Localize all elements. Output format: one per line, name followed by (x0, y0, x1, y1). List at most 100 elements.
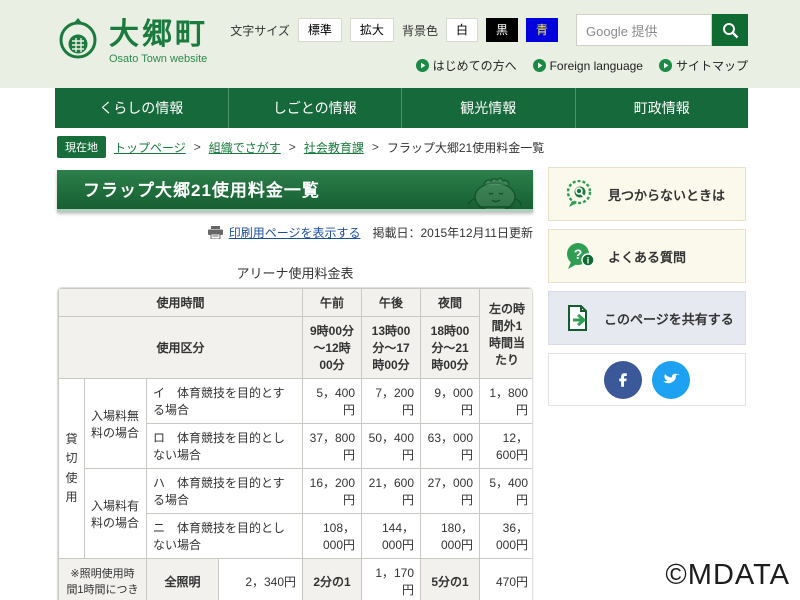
col-extra: 左の時間外1時間当たり (480, 289, 533, 379)
fee-extra: 36，000円 (480, 514, 533, 559)
fee-am: 5，400円 (303, 379, 362, 424)
page: 大郷町 Osato Town website 文字サイズ 標準 拡大 背景色 白… (0, 0, 800, 600)
lighting-fifth: 5分の1 (421, 559, 480, 600)
fee-pm: 144，000円 (362, 514, 421, 559)
group-paid-admission: 入場料有料の場合 (85, 469, 147, 559)
site-name: 大郷町 (109, 18, 208, 51)
sidebar-share-button[interactable]: このページを共有する (548, 291, 746, 345)
svg-text:i: i (587, 256, 590, 266)
table-row: 入場料有料の場合 ハ 体育競技を目的とする場合 16，200円 21，600円 … (59, 469, 534, 514)
sidebar-faq-label: よくある質問 (608, 247, 686, 266)
fee-pm: 21，600円 (362, 469, 421, 514)
sidebar: 見つからないときは ? i よくある質問 このページを共有する (548, 167, 746, 406)
sidebar-not-found-button[interactable]: 見つからないときは (548, 167, 746, 221)
bg-black-button[interactable]: 黒 (486, 18, 518, 42)
fee-pm: 7，200円 (362, 379, 421, 424)
fee-extra: 5，400円 (480, 469, 533, 514)
main-column: フラップ大郷21使用料金一覧 (57, 170, 533, 600)
breadcrumb-division[interactable]: 社会教育課 (304, 139, 364, 156)
link-foreign-language[interactable]: Foreign language (533, 59, 643, 73)
lighting-full-price: 2，340円 (219, 559, 303, 600)
main-nav: くらしの情報 しごとの情報 観光情報 町政情報 (55, 88, 748, 128)
printer-icon (208, 226, 223, 239)
fee-extra: 12，600円 (480, 424, 533, 469)
breadcrumb-current-page: フラップ大郷21使用料金一覧 (387, 139, 544, 156)
table-header-row: 使用区分 9時00分～12時00分 13時00分～17時00分 18時00分～2… (59, 317, 534, 379)
fee-pm: 50，400円 (362, 424, 421, 469)
breadcrumb-home[interactable]: トップページ (114, 139, 186, 156)
link-foreign-label: Foreign language (550, 59, 643, 73)
faq-bubble-icon: ? i (565, 242, 595, 270)
print-row: 印刷用ページを表示する 掲載日：2015年12月11日更新 (57, 224, 533, 241)
breadcrumb-org[interactable]: 組織でさがす (209, 139, 281, 156)
bg-color-label: 背景色 (402, 22, 438, 39)
fee-night: 27，000円 (421, 469, 480, 514)
print-page-link[interactable]: 印刷用ページを表示する (229, 224, 361, 241)
facebook-icon (614, 371, 632, 389)
header-tools: 文字サイズ 標準 拡大 背景色 白 黒 青 Google 提供 (230, 14, 748, 46)
lighting-row: ※照明使用時間1時間につき 全照明 2，340円 2分の1 1，170円 5分の… (59, 559, 534, 600)
search-button[interactable] (712, 14, 748, 46)
row-label: ロ 体育競技を目的としない場合 (147, 424, 303, 469)
breadcrumb-separator: > (289, 140, 296, 154)
group-rental-use: 貸切使用 (59, 379, 85, 559)
arena-table: 使用時間 午前 午後 夜間 左の時間外1時間当たり 使用区分 9時00分～12時… (57, 287, 533, 600)
font-size-standard-button[interactable]: 標準 (298, 18, 342, 42)
sidebar-faq-button[interactable]: ? i よくある質問 (548, 229, 746, 283)
col-night: 夜間 (421, 289, 480, 317)
nav-item-life[interactable]: くらしの情報 (55, 88, 228, 128)
lighting-fifth-price: 470円 (480, 559, 533, 600)
site-subtitle: Osato Town website (109, 53, 208, 65)
row-label: ニ 体育競技を目的としない場合 (147, 514, 303, 559)
mascot-icon (451, 173, 525, 211)
twitter-button[interactable] (652, 361, 690, 399)
col-pm: 午後 (362, 289, 421, 317)
group-free-admission: 入場料無料の場合 (85, 379, 147, 469)
fee-extra: 1，800円 (480, 379, 533, 424)
social-box (548, 353, 746, 406)
col-pm-time: 13時00分～17時00分 (362, 317, 421, 379)
quick-links: はじめての方へ Foreign language サイトマップ (416, 57, 748, 74)
font-size-large-button[interactable]: 拡大 (350, 18, 394, 42)
lighting-half-price: 1，170円 (362, 559, 421, 600)
breadcrumb: 現在地 トップページ > 組織でさがす > 社会教育課 > フラップ大郷21使用… (0, 128, 800, 164)
fee-am: 108，000円 (303, 514, 362, 559)
bg-blue-button[interactable]: 青 (526, 18, 558, 42)
row-label: イ 体育競技を目的とする場合 (147, 379, 303, 424)
link-sitemap[interactable]: サイトマップ (659, 57, 748, 74)
site-logo[interactable]: 大郷町 Osato Town website (55, 12, 208, 65)
arrow-circle-icon (533, 59, 546, 72)
fee-am: 16，200円 (303, 469, 362, 514)
fee-night: 180，000円 (421, 514, 480, 559)
search-box: Google 提供 (576, 14, 748, 46)
link-first-time[interactable]: はじめての方へ (416, 57, 517, 74)
nav-item-government[interactable]: 町政情報 (575, 88, 749, 128)
nav-item-work[interactable]: しごとの情報 (228, 88, 402, 128)
search-input[interactable]: Google 提供 (576, 14, 712, 46)
twitter-icon (661, 371, 681, 389)
svg-text:?: ? (574, 246, 583, 262)
search-icon (722, 22, 739, 39)
fee-night: 9，000円 (421, 379, 480, 424)
watermark: ©MDATA (665, 559, 790, 592)
page-title-banner: フラップ大郷21使用料金一覧 (57, 170, 533, 212)
town-emblem-icon (55, 12, 101, 64)
arrow-circle-icon (659, 59, 672, 72)
col-night-time: 18時00分～21時00分 (421, 317, 480, 379)
lighting-label: ※照明使用時間1時間につき (59, 559, 147, 600)
font-size-label: 文字サイズ (230, 22, 290, 39)
sidebar-not-found-label: 見つからないときは (608, 185, 725, 204)
breadcrumb-separator: > (194, 140, 201, 154)
bg-white-button[interactable]: 白 (446, 18, 478, 42)
row-label: ハ 体育競技を目的とする場合 (147, 469, 303, 514)
search-help-bubble-icon (565, 180, 595, 208)
col-am-time: 9時00分～12時00分 (303, 317, 362, 379)
share-page-icon (565, 304, 591, 332)
nav-item-tourism[interactable]: 観光情報 (401, 88, 575, 128)
table-header-row: 使用時間 午前 午後 夜間 左の時間外1時間当たり (59, 289, 534, 317)
site-header: 大郷町 Osato Town website 文字サイズ 標準 拡大 背景色 白… (0, 0, 800, 88)
lighting-half: 2分の1 (303, 559, 362, 600)
facebook-button[interactable] (604, 361, 642, 399)
logo-text: 大郷町 Osato Town website (109, 12, 208, 65)
fee-night: 63，000円 (421, 424, 480, 469)
